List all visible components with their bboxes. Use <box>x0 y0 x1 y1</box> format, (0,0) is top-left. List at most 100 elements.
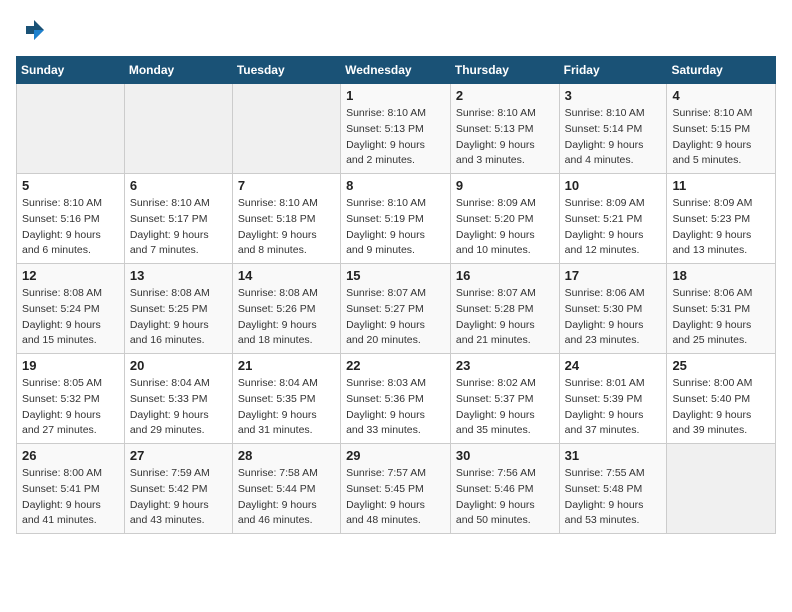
calendar-cell <box>232 84 340 174</box>
day-number: 28 <box>238 448 335 463</box>
day-number: 23 <box>456 358 554 373</box>
logo <box>16 16 48 44</box>
day-number: 12 <box>22 268 119 283</box>
day-header-wednesday: Wednesday <box>341 57 451 84</box>
calendar-cell: 1 Sunrise: 8:10 AMSunset: 5:13 PMDaylight… <box>341 84 451 174</box>
calendar-cell: 24 Sunrise: 8:01 AMSunset: 5:39 PMDayligh… <box>559 354 667 444</box>
day-number: 18 <box>672 268 770 283</box>
day-info: Sunrise: 8:09 AMSunset: 5:20 PMDaylight:… <box>456 196 554 259</box>
calendar-cell <box>17 84 125 174</box>
day-info: Sunrise: 8:07 AMSunset: 5:28 PMDaylight:… <box>456 286 554 349</box>
day-header-tuesday: Tuesday <box>232 57 340 84</box>
calendar-cell: 2 Sunrise: 8:10 AMSunset: 5:13 PMDaylight… <box>450 84 559 174</box>
day-info: Sunrise: 8:09 AMSunset: 5:23 PMDaylight:… <box>672 196 770 259</box>
day-info: Sunrise: 8:08 AMSunset: 5:25 PMDaylight:… <box>130 286 227 349</box>
day-number: 10 <box>565 178 662 193</box>
day-number: 17 <box>565 268 662 283</box>
calendar-cell: 6 Sunrise: 8:10 AMSunset: 5:17 PMDaylight… <box>124 174 232 264</box>
day-info: Sunrise: 8:04 AMSunset: 5:35 PMDaylight:… <box>238 376 335 439</box>
day-info: Sunrise: 7:59 AMSunset: 5:42 PMDaylight:… <box>130 466 227 529</box>
page-header <box>16 16 776 44</box>
day-number: 21 <box>238 358 335 373</box>
calendar-cell: 7Sunrise: 8:10 AMSunset: 5:18 PMDaylight… <box>232 174 340 264</box>
day-number: 1 <box>346 88 445 103</box>
day-info: Sunrise: 8:10 AMSunset: 5:19 PMDaylight:… <box>346 196 445 259</box>
day-number: 30 <box>456 448 554 463</box>
week-row-1: 5 Sunrise: 8:10 AMSunset: 5:16 PMDaylight… <box>17 174 776 264</box>
day-number: 15 <box>346 268 445 283</box>
day-info: Sunrise: 8:10 AMSunset: 5:13 PMDaylight:… <box>346 106 445 169</box>
calendar-cell: 18 Sunrise: 8:06 AMSunset: 5:31 PMDayligh… <box>667 264 776 354</box>
logo-icon <box>16 16 44 44</box>
day-header-monday: Monday <box>124 57 232 84</box>
calendar-cell <box>124 84 232 174</box>
day-info: Sunrise: 8:06 AMSunset: 5:31 PMDaylight:… <box>672 286 770 349</box>
calendar-cell: 11 Sunrise: 8:09 AMSunset: 5:23 PMDayligh… <box>667 174 776 264</box>
calendar-cell: 16Sunrise: 8:07 AMSunset: 5:28 PMDayligh… <box>450 264 559 354</box>
day-number: 5 <box>22 178 119 193</box>
calendar-cell: 9 Sunrise: 8:09 AMSunset: 5:20 PMDaylight… <box>450 174 559 264</box>
week-row-0: 1 Sunrise: 8:10 AMSunset: 5:13 PMDaylight… <box>17 84 776 174</box>
day-number: 11 <box>672 178 770 193</box>
day-number: 20 <box>130 358 227 373</box>
calendar-cell: 19 Sunrise: 8:05 AMSunset: 5:32 PMDayligh… <box>17 354 125 444</box>
day-info: Sunrise: 8:10 AMSunset: 5:17 PMDaylight:… <box>130 196 227 259</box>
day-number: 3 <box>565 88 662 103</box>
day-info: Sunrise: 8:03 AMSunset: 5:36 PMDaylight:… <box>346 376 445 439</box>
day-number: 26 <box>22 448 119 463</box>
calendar-cell: 17 Sunrise: 8:06 AMSunset: 5:30 PMDayligh… <box>559 264 667 354</box>
day-info: Sunrise: 7:55 AMSunset: 5:48 PMDaylight:… <box>565 466 662 529</box>
day-number: 13 <box>130 268 227 283</box>
day-info: Sunrise: 8:10 AMSunset: 5:16 PMDaylight:… <box>22 196 119 259</box>
calendar-cell: 25Sunrise: 8:00 AMSunset: 5:40 PMDayligh… <box>667 354 776 444</box>
day-info: Sunrise: 8:09 AMSunset: 5:21 PMDaylight:… <box>565 196 662 259</box>
calendar-cell: 5 Sunrise: 8:10 AMSunset: 5:16 PMDaylight… <box>17 174 125 264</box>
day-info: Sunrise: 8:02 AMSunset: 5:37 PMDaylight:… <box>456 376 554 439</box>
day-info: Sunrise: 8:10 AMSunset: 5:13 PMDaylight:… <box>456 106 554 169</box>
calendar-cell: 14 Sunrise: 8:08 AMSunset: 5:26 PMDayligh… <box>232 264 340 354</box>
day-header-sunday: Sunday <box>17 57 125 84</box>
day-header-friday: Friday <box>559 57 667 84</box>
day-info: Sunrise: 8:04 AMSunset: 5:33 PMDaylight:… <box>130 376 227 439</box>
day-info: Sunrise: 8:08 AMSunset: 5:24 PMDaylight:… <box>22 286 119 349</box>
day-number: 7 <box>238 178 335 193</box>
calendar-cell: 31Sunrise: 7:55 AMSunset: 5:48 PMDayligh… <box>559 444 667 534</box>
day-info: Sunrise: 8:10 AMSunset: 5:14 PMDaylight:… <box>565 106 662 169</box>
calendar-cell: 15 Sunrise: 8:07 AMSunset: 5:27 PMDayligh… <box>341 264 451 354</box>
day-info: Sunrise: 7:57 AMSunset: 5:45 PMDaylight:… <box>346 466 445 529</box>
day-number: 6 <box>130 178 227 193</box>
week-row-2: 12 Sunrise: 8:08 AMSunset: 5:24 PMDayligh… <box>17 264 776 354</box>
calendar-cell: 21 Sunrise: 8:04 AMSunset: 5:35 PMDayligh… <box>232 354 340 444</box>
calendar-cell: 8 Sunrise: 8:10 AMSunset: 5:19 PMDaylight… <box>341 174 451 264</box>
day-number: 29 <box>346 448 445 463</box>
calendar-body: 1 Sunrise: 8:10 AMSunset: 5:13 PMDaylight… <box>17 84 776 534</box>
day-info: Sunrise: 8:06 AMSunset: 5:30 PMDaylight:… <box>565 286 662 349</box>
calendar-table: SundayMondayTuesdayWednesdayThursdayFrid… <box>16 56 776 534</box>
day-header-saturday: Saturday <box>667 57 776 84</box>
day-number: 19 <box>22 358 119 373</box>
calendar-cell <box>667 444 776 534</box>
calendar-cell: 27 Sunrise: 7:59 AMSunset: 5:42 PMDayligh… <box>124 444 232 534</box>
day-number: 24 <box>565 358 662 373</box>
day-info: Sunrise: 8:00 AMSunset: 5:41 PMDaylight:… <box>22 466 119 529</box>
day-info: Sunrise: 8:08 AMSunset: 5:26 PMDaylight:… <box>238 286 335 349</box>
day-number: 27 <box>130 448 227 463</box>
day-info: Sunrise: 8:07 AMSunset: 5:27 PMDaylight:… <box>346 286 445 349</box>
day-number: 2 <box>456 88 554 103</box>
day-number: 4 <box>672 88 770 103</box>
day-number: 9 <box>456 178 554 193</box>
day-info: Sunrise: 8:05 AMSunset: 5:32 PMDaylight:… <box>22 376 119 439</box>
calendar-cell: 26 Sunrise: 8:00 AMSunset: 5:41 PMDayligh… <box>17 444 125 534</box>
calendar-cell: 4Sunrise: 8:10 AMSunset: 5:15 PMDaylight… <box>667 84 776 174</box>
calendar-cell: 22Sunrise: 8:03 AMSunset: 5:36 PMDayligh… <box>341 354 451 444</box>
day-number: 14 <box>238 268 335 283</box>
calendar-cell: 29 Sunrise: 7:57 AMSunset: 5:45 PMDayligh… <box>341 444 451 534</box>
day-info: Sunrise: 8:01 AMSunset: 5:39 PMDaylight:… <box>565 376 662 439</box>
calendar-cell: 10 Sunrise: 8:09 AMSunset: 5:21 PMDayligh… <box>559 174 667 264</box>
calendar-cell: 23 Sunrise: 8:02 AMSunset: 5:37 PMDayligh… <box>450 354 559 444</box>
day-number: 25 <box>672 358 770 373</box>
week-row-4: 26 Sunrise: 8:00 AMSunset: 5:41 PMDayligh… <box>17 444 776 534</box>
day-number: 8 <box>346 178 445 193</box>
day-info: Sunrise: 7:58 AMSunset: 5:44 PMDaylight:… <box>238 466 335 529</box>
calendar-cell: 20 Sunrise: 8:04 AMSunset: 5:33 PMDayligh… <box>124 354 232 444</box>
